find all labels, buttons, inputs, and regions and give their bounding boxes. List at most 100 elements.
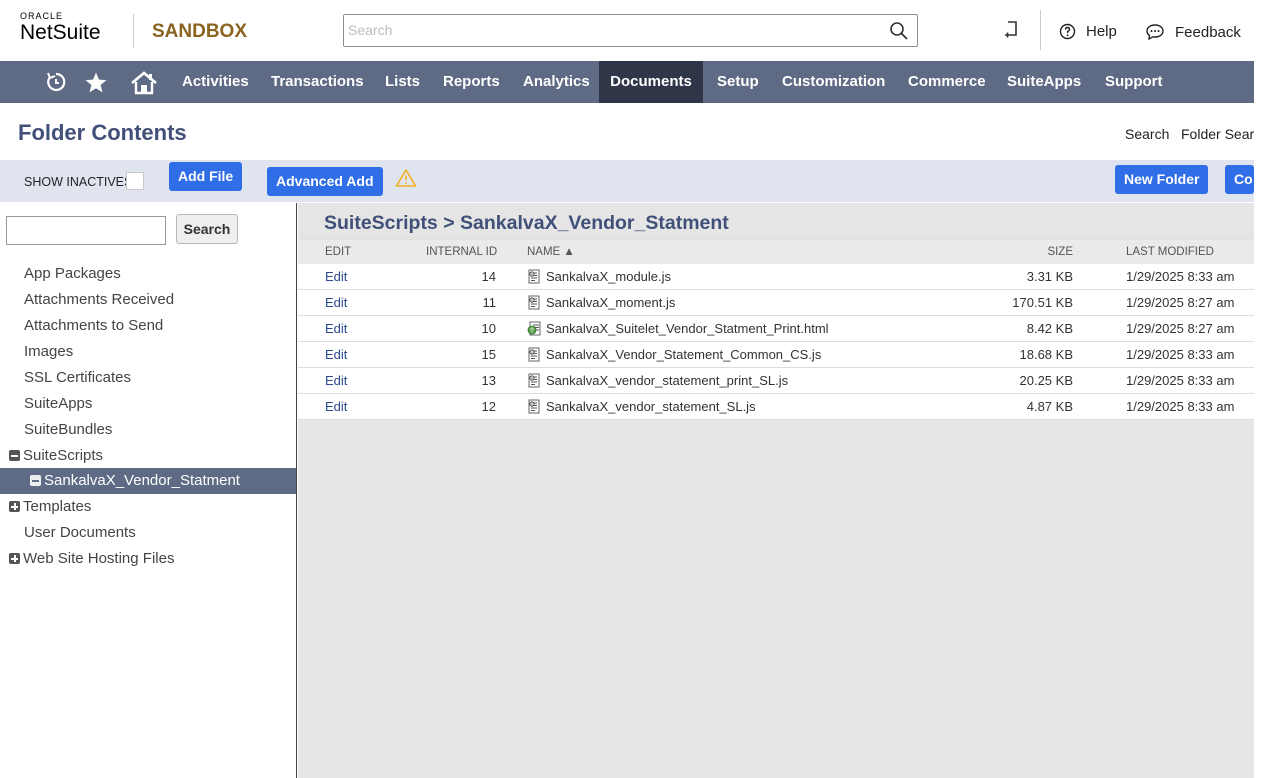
- tree-item-label: SuiteApps: [24, 395, 93, 412]
- edit-link[interactable]: Edit: [325, 368, 347, 393]
- file-table-header: EDIT INTERNAL ID NAME ▲ SIZE LAST MODIFI…: [298, 239, 1254, 264]
- file-name-cell[interactable]: SankalvaX_Suitelet_Vendor_Statment_Print…: [527, 316, 829, 341]
- help-icon: [1059, 23, 1076, 40]
- file-name[interactable]: SankalvaX_vendor_statement_SL.js: [546, 399, 756, 414]
- folder-search-button[interactable]: Search: [176, 214, 238, 244]
- table-row: Edit 12 SankalvaX_vendor_statement_SL.js…: [298, 394, 1254, 420]
- file-name[interactable]: SankalvaX_module.js: [546, 269, 671, 284]
- file-name-cell[interactable]: SankalvaX_vendor_statement_print_SL.js: [527, 368, 788, 393]
- recent-records-icon[interactable]: [1003, 20, 1021, 40]
- expand-icon[interactable]: [9, 501, 20, 512]
- file-name-cell[interactable]: SankalvaX_moment.js: [527, 290, 675, 315]
- tree-item-suitescripts[interactable]: SuiteScripts: [0, 443, 296, 469]
- html-file-icon: [527, 321, 541, 336]
- add-file-button[interactable]: Add File: [169, 162, 243, 191]
- folder-breadcrumb: SuiteScripts > SankalvaX_Vendor_Statment: [324, 212, 729, 234]
- file-name-cell[interactable]: SankalvaX_vendor_statement_SL.js: [527, 394, 756, 419]
- script-file-icon: [528, 269, 540, 284]
- collapse-icon[interactable]: [9, 450, 20, 461]
- nav-customization[interactable]: Customization: [772, 61, 895, 103]
- nav-documents[interactable]: Documents: [599, 61, 703, 103]
- column-last-modified[interactable]: LAST MODIFIED: [1126, 240, 1214, 265]
- brand-top-text: ORACLE: [20, 11, 64, 21]
- tree-item-app-packages[interactable]: App Packages: [0, 261, 296, 287]
- file-name-cell[interactable]: SankalvaX_module.js: [527, 264, 671, 289]
- table-row: Edit 15 SankalvaX_Vendor_Statement_Commo…: [298, 342, 1254, 368]
- tree-item-suiteapps[interactable]: SuiteApps: [0, 391, 296, 417]
- tree-item-attachments-received[interactable]: Attachments Received: [0, 287, 296, 313]
- internal-id: 15: [481, 347, 496, 362]
- column-edit[interactable]: EDIT: [325, 240, 351, 265]
- nav-suiteapps[interactable]: SuiteApps: [997, 61, 1091, 103]
- new-folder-button[interactable]: New Folder: [1115, 165, 1209, 194]
- help-link[interactable]: Help: [1059, 23, 1117, 40]
- file-size: 170.51 KB: [1012, 295, 1073, 310]
- nav-support[interactable]: Support: [1095, 61, 1173, 103]
- nav-transactions[interactable]: Transactions: [261, 61, 374, 103]
- edit-link[interactable]: Edit: [325, 290, 347, 315]
- edit-link[interactable]: Edit: [325, 394, 347, 419]
- last-modified: 1/29/2025 8:33 am: [1126, 373, 1235, 388]
- file-name[interactable]: SankalvaX_Suitelet_Vendor_Statment_Print…: [546, 321, 829, 336]
- environment-label: SANDBOX: [152, 21, 248, 42]
- edit-link[interactable]: Edit: [325, 264, 347, 289]
- show-inactives-checkbox[interactable]: [126, 172, 144, 190]
- expand-icon[interactable]: [9, 553, 20, 564]
- folder-search-link[interactable]: Folder Sear: [1181, 126, 1270, 142]
- tree-item-label: App Packages: [24, 265, 121, 282]
- file-size: 4.87 KB: [1026, 399, 1073, 414]
- home-icon[interactable]: [130, 71, 158, 95]
- tree-item-user-documents[interactable]: User Documents: [0, 520, 296, 546]
- edit-link[interactable]: Edit: [325, 316, 347, 341]
- column-size[interactable]: SIZE: [1043, 240, 1073, 265]
- nav-activities[interactable]: Activities: [172, 61, 259, 103]
- tree-item-label: SuiteBundles: [24, 421, 113, 438]
- nav-lists[interactable]: Lists: [375, 61, 430, 103]
- folder-search-input[interactable]: [6, 216, 166, 245]
- column-name[interactable]: NAME ▲: [527, 240, 575, 265]
- collapse-icon[interactable]: [30, 475, 41, 486]
- tree-item-attachments-to-send[interactable]: Attachments to Send: [0, 313, 296, 339]
- advanced-add-button[interactable]: Advanced Add: [267, 167, 383, 196]
- edit-link[interactable]: Edit: [325, 342, 347, 367]
- netsuite-logo[interactable]: ORACLE NetSuite: [20, 11, 101, 44]
- tree-item-templates[interactable]: Templates: [0, 494, 296, 520]
- nav-commerce[interactable]: Commerce: [898, 61, 996, 103]
- file-size: 20.25 KB: [1019, 373, 1074, 388]
- column-internal-id[interactable]: INTERNAL ID: [426, 240, 497, 265]
- recent-history-icon[interactable]: [45, 71, 67, 93]
- tree-item-label: SSL Certificates: [24, 369, 131, 386]
- file-name[interactable]: SankalvaX_moment.js: [546, 295, 675, 310]
- tree-item-sankalvax-vendor-statment[interactable]: SankalvaX_Vendor_Statment: [0, 468, 296, 494]
- feedback-link[interactable]: Feedback: [1145, 23, 1241, 41]
- tree-item-ssl-certificates[interactable]: SSL Certificates: [0, 365, 296, 391]
- star-icon[interactable]: [84, 71, 108, 95]
- internal-id: 12: [481, 399, 496, 414]
- tree-item-web-site-hosting-files[interactable]: Web Site Hosting Files: [0, 546, 296, 572]
- tree-item-label: SuiteScripts: [23, 447, 104, 464]
- search-link[interactable]: Search: [1125, 126, 1169, 142]
- tree-item-suitebundles[interactable]: SuiteBundles: [0, 417, 296, 443]
- chat-bubble-icon: [1146, 24, 1164, 41]
- file-name[interactable]: SankalvaX_Vendor_Statement_Common_CS.js: [546, 347, 821, 362]
- tree-item-images[interactable]: Images: [0, 339, 296, 365]
- header-divider: [1040, 10, 1041, 50]
- file-name-cell[interactable]: SankalvaX_Vendor_Statement_Common_CS.js: [527, 342, 821, 367]
- nav-setup[interactable]: Setup: [707, 61, 769, 103]
- nav-reports[interactable]: Reports: [433, 61, 510, 103]
- warning-icon[interactable]: [395, 168, 417, 188]
- search-icon[interactable]: [889, 21, 909, 41]
- internal-id: 14: [481, 269, 496, 284]
- file-name[interactable]: SankalvaX_vendor_statement_print_SL.js: [546, 373, 788, 388]
- nav-analytics[interactable]: Analytics: [513, 61, 600, 103]
- global-search-input[interactable]: [348, 15, 868, 45]
- internal-id: 11: [482, 295, 497, 310]
- tree-item-label: SankalvaX_Vendor_Statment: [44, 472, 240, 489]
- truncated-button[interactable]: Co: [1225, 165, 1254, 194]
- internal-id: 13: [481, 373, 496, 388]
- brand-name-text: NetSuite: [20, 21, 101, 44]
- script-file-icon: [528, 399, 540, 414]
- main-navigation: Activities Transactions Lists Reports An…: [0, 61, 1254, 103]
- script-file-icon: [528, 373, 540, 388]
- global-search-box[interactable]: [343, 14, 918, 47]
